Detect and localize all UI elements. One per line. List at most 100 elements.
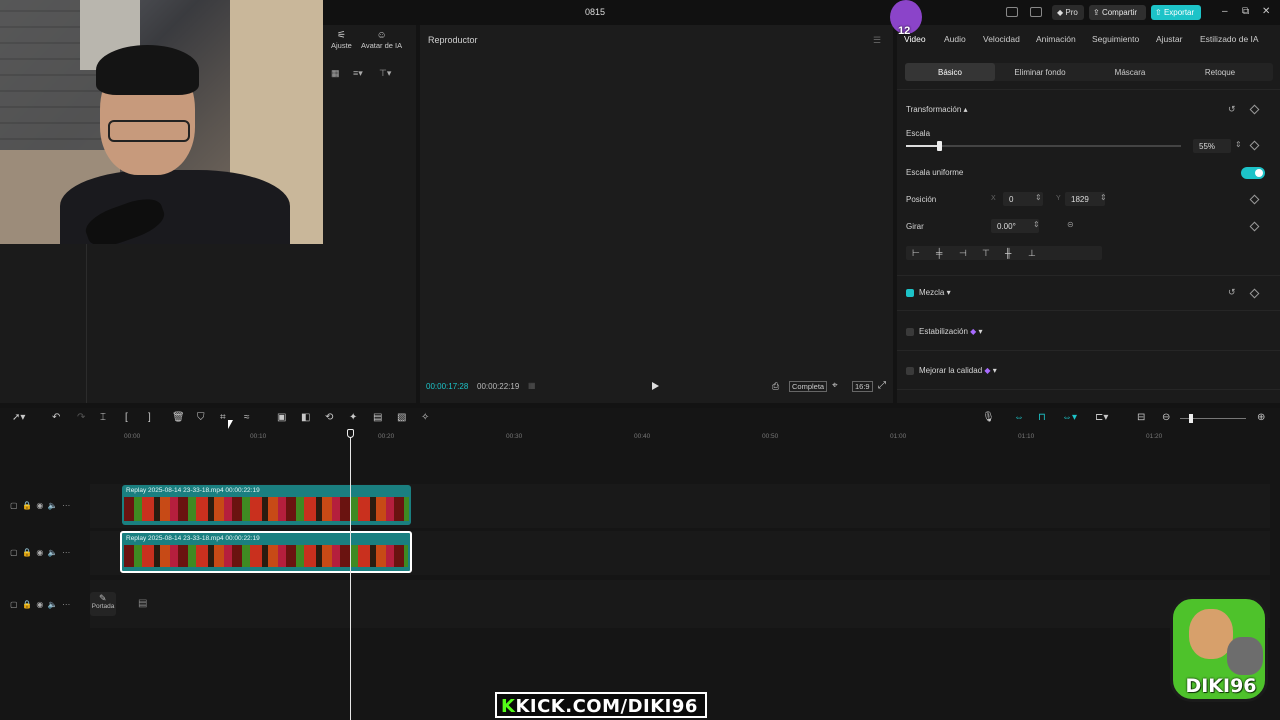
preview-axis-icon[interactable]: ⊏▾ (1095, 412, 1108, 423)
zoom-slider-knob[interactable] (1189, 414, 1193, 423)
screenshot-icon[interactable]: ⌖ (832, 380, 838, 391)
split-icon[interactable]: ⌶ (100, 412, 106, 423)
speed-icon[interactable]: ≈ (244, 412, 250, 423)
tab-adjust[interactable]: Ajustar (1156, 34, 1182, 44)
zoom-out-icon[interactable]: ⊖ (1162, 412, 1170, 423)
align-top-icon[interactable]: ⊤ (982, 248, 990, 259)
transform-header[interactable]: Transformación ▴ (906, 105, 968, 114)
playhead-handle[interactable] (347, 429, 354, 438)
timecode-toggle-icon[interactable]: ▦ (528, 381, 536, 390)
track-3-controls[interactable]: ▢ 🔒 ◉ 🔈 ··· (10, 600, 70, 609)
marker-icon[interactable]: ⛉ (197, 412, 205, 423)
ai-sparkle-icon[interactable]: ✧ (421, 412, 429, 423)
split-right-icon[interactable]: ] (148, 412, 151, 423)
blend-label[interactable]: Mezcla ▾ (919, 288, 951, 297)
select-tool-icon[interactable]: ➚▾ (12, 412, 25, 423)
maximize-icon[interactable]: ⧉ (1242, 6, 1249, 17)
redo-icon[interactable]: ↷ (77, 412, 85, 423)
tab-ai-style[interactable]: Estilizado de IA (1200, 34, 1259, 44)
tab-tracking[interactable]: Seguimiento (1092, 34, 1139, 44)
rotate-dial-icon[interactable]: ⊝ (1067, 220, 1074, 229)
layout-icon[interactable] (1006, 7, 1018, 17)
microphone-icon[interactable]: 🎙 (982, 412, 995, 423)
quality-button[interactable]: Completa (789, 381, 828, 392)
tab-animation[interactable]: Animación (1036, 34, 1076, 44)
enhance-label[interactable]: Mejorar la calidad ◆ ▾ (919, 366, 997, 375)
scale-slider[interactable] (906, 141, 1181, 151)
filter-icon[interactable]: ⊤▾ (379, 68, 391, 79)
sort-icon[interactable]: ≡▾ (353, 68, 363, 79)
video-clip[interactable]: Replay 2025-08-14 23-33-18.mp4 00:00:22:… (122, 485, 411, 525)
stepper-icon[interactable]: ⇕ (1100, 193, 1107, 202)
subtitle-icon[interactable]: ▤ (373, 412, 382, 423)
scale-slider-knob[interactable] (937, 141, 942, 151)
blend-checkbox[interactable] (906, 289, 914, 297)
rotate-input[interactable]: 0.00° (991, 219, 1039, 233)
aspect-ratio-button[interactable]: 16:9 (852, 381, 873, 392)
keyframe-blend-icon[interactable] (1249, 288, 1260, 299)
align-center-v-icon[interactable]: ╫ (1005, 248, 1011, 258)
tab-audio[interactable]: Audio (944, 34, 966, 44)
share-button[interactable]: ⇪ Compartir (1089, 5, 1146, 20)
export-button[interactable]: ⇧ Exportar (1151, 5, 1201, 20)
undo-icon[interactable]: ↶ (52, 412, 60, 423)
magnet-icon[interactable]: ⊓ (1038, 412, 1046, 423)
keyframe-scale-icon[interactable] (1249, 140, 1260, 151)
grid-view-icon[interactable]: ▦ (331, 68, 340, 79)
video-clip-selected[interactable]: Replay 2025-08-14 23-33-18.mp4 00:00:22:… (120, 531, 412, 573)
fit-icon[interactable]: ⊟ (1137, 412, 1145, 423)
subtab-retouch[interactable]: Retoque (1175, 63, 1265, 81)
subtab-remove-bg[interactable]: Eliminar fondo (995, 63, 1085, 81)
magic-icon[interactable]: ✦ (349, 412, 357, 423)
uniform-scale-toggle[interactable] (1241, 167, 1265, 179)
keyframe-position-icon[interactable] (1249, 194, 1260, 205)
playhead-line[interactable] (350, 432, 351, 720)
align-left-icon[interactable]: ⊢ (912, 248, 920, 259)
keyframe-rotate-icon[interactable] (1249, 221, 1260, 232)
enhance-checkbox[interactable] (906, 367, 914, 375)
subtab-basic[interactable]: Básico (905, 63, 995, 81)
cover-button[interactable]: ✎ Portada (90, 592, 116, 616)
reset-blend-icon[interactable]: ↺ (1228, 287, 1236, 298)
panel-icon[interactable] (1030, 7, 1042, 17)
main-track-link-icon[interactable]: ⇔ (1014, 412, 1024, 423)
delete-icon[interactable]: 🗑 (172, 412, 185, 423)
rotate-icon[interactable]: ⟲ (325, 412, 333, 423)
adjust-tool[interactable]: ⚟ Ajuste (331, 30, 352, 50)
tab-speed[interactable]: Velocidad (983, 34, 1020, 44)
minimize-icon[interactable]: – (1222, 6, 1228, 17)
crop-icon[interactable]: ⌗ (220, 412, 226, 423)
stabilize-checkbox[interactable] (906, 328, 914, 336)
player-menu-icon[interactable]: ☰ (873, 35, 881, 46)
align-bottom-icon[interactable]: ⊥ (1028, 248, 1036, 259)
scale-value[interactable]: 55% (1193, 139, 1231, 153)
split-left-icon[interactable]: [ (125, 412, 128, 423)
stepper-icon[interactable]: ⇕ (1035, 193, 1042, 202)
play-button[interactable] (652, 382, 659, 390)
stepper-icon[interactable]: ⇕ (1235, 140, 1242, 149)
audio-meter-icon[interactable]: ⎙ (772, 381, 779, 392)
pencil-icon: ✎ (99, 593, 107, 603)
zoom-slider[interactable] (1180, 414, 1246, 423)
stabilize-label[interactable]: Estabilización ◆ ▾ (919, 327, 983, 336)
track-1-controls[interactable]: ▢ 🔒 ◉ 🔈 ··· (10, 501, 70, 510)
track-3[interactable] (90, 580, 1270, 628)
link-icon[interactable]: ⇔▾ (1062, 412, 1077, 423)
track-2-controls[interactable]: ▢ 🔒 ◉ 🔈 ··· (10, 548, 70, 557)
ai-avatar-tool[interactable]: ☺ Avatar de IA (361, 30, 402, 50)
keyframe-transform-icon[interactable] (1249, 104, 1260, 115)
zoom-in-icon[interactable]: ⊕ (1257, 412, 1265, 423)
pos-y-input[interactable]: 1829 (1065, 192, 1105, 206)
mirror-icon[interactable]: ◧ (301, 412, 310, 423)
close-icon[interactable]: ✕ (1262, 6, 1270, 17)
subtab-mask[interactable]: Máscara (1085, 63, 1175, 81)
freeze-icon[interactable]: ▣ (277, 412, 286, 423)
fullscreen-icon[interactable]: ⤢ (878, 380, 886, 391)
pro-button[interactable]: ◆ Pro (1052, 5, 1084, 20)
timeline-ruler[interactable]: 00:00 00:10 00:20 00:30 00:40 00:50 01:0… (0, 430, 1280, 444)
reset-transform-icon[interactable]: ↺ (1228, 104, 1236, 115)
align-center-h-icon[interactable]: ╪ (936, 248, 942, 258)
align-right-icon[interactable]: ⊣ (959, 248, 967, 259)
image-edit-icon[interactable]: ▧ (397, 412, 406, 423)
stepper-icon[interactable]: ⇕ (1033, 220, 1040, 229)
